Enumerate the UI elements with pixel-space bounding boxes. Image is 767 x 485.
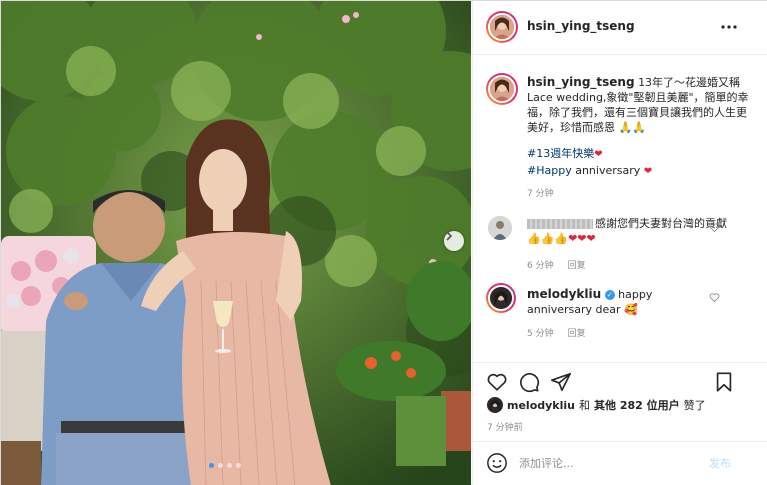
likes-and: 和	[578, 399, 590, 412]
more-options-button[interactable]	[719, 17, 739, 37]
share-icon[interactable]	[550, 371, 572, 393]
action-bar	[473, 362, 767, 396]
emoji-icon[interactable]	[486, 452, 508, 474]
liker-avatar[interactable]	[487, 397, 503, 413]
comment-text: 感謝您們夫妻對台灣的貢獻	[595, 217, 727, 230]
author-avatar[interactable]	[486, 11, 518, 43]
reply-button[interactable]: 回复	[568, 326, 586, 339]
carousel-indicator	[209, 463, 241, 468]
caption-timestamp[interactable]: 7 分钟	[527, 186, 554, 199]
likes-suffix: 赞了	[683, 399, 706, 412]
comment-timestamp[interactable]: 5 分钟	[527, 326, 554, 339]
likes-others-link[interactable]: 其他 282 位用户	[594, 397, 680, 413]
heart-emoji: ❤	[643, 166, 653, 177]
commenter-avatar[interactable]	[488, 216, 512, 240]
liker-username[interactable]: melodykliu	[507, 399, 575, 412]
comment-icon[interactable]	[518, 371, 540, 393]
chevron-right-icon	[446, 231, 453, 241]
more-horizontal-icon	[721, 25, 737, 29]
comment-meta: 5 分钟 回复	[527, 326, 586, 339]
carousel-dot	[209, 463, 214, 468]
instagram-post: hsin_ying_tseng hsin_ying_tseng 13年了～花邊婚…	[0, 0, 767, 485]
heart-icon[interactable]	[486, 371, 508, 393]
verified-icon: ✓	[604, 290, 615, 300]
comment-meta: 6 分钟 回复	[527, 258, 586, 271]
add-comment-bar: 发布	[473, 441, 767, 485]
comment-emoji: 🥰	[624, 303, 638, 316]
post-header: hsin_ying_tseng	[473, 1, 767, 55]
photo-illustration	[1, 1, 471, 485]
carousel-next-button[interactable]	[444, 231, 464, 251]
hashtag-link[interactable]: #13週年快樂	[527, 147, 594, 160]
heart-icon[interactable]	[709, 222, 720, 233]
blurred-username	[527, 219, 593, 229]
comment-username[interactable]: melodykliu	[527, 287, 601, 301]
bookmark-icon[interactable]	[713, 371, 735, 393]
caption-username[interactable]: hsin_ying_tseng	[527, 75, 635, 89]
hashtag-link[interactable]: #Happy	[527, 164, 572, 177]
comment-body: 感謝您們夫妻對台灣的貢獻 👍👍👍❤❤❤	[527, 216, 737, 246]
caption-hashtags: #13週年快樂❤ #Happy anniversary ❤	[527, 146, 652, 180]
post-side-panel: hsin_ying_tseng hsin_ying_tseng 13年了～花邊婚…	[472, 1, 767, 485]
post-comment-button[interactable]: 发布	[709, 455, 731, 471]
carousel-dot	[227, 463, 232, 468]
comment-timestamp[interactable]: 6 分钟	[527, 258, 554, 271]
comment-input[interactable]	[519, 453, 699, 473]
commenter-avatar[interactable]	[486, 283, 516, 313]
reply-button[interactable]: 回复	[568, 258, 586, 271]
hashtag-trailing-text: anniversary	[571, 164, 641, 177]
caption-emoji: 🙏🙏	[618, 121, 646, 134]
post-photo[interactable]	[1, 1, 471, 485]
likes-summary: melodykliu 和 其他 282 位用户 赞了	[487, 396, 757, 414]
comment-emoji: 👍👍👍❤❤❤	[527, 232, 596, 245]
heart-icon[interactable]	[709, 292, 720, 303]
comment-body: melodykliu ✓ happy anniversary dear 🥰	[527, 287, 717, 317]
carousel-dot	[218, 463, 223, 468]
caption-author-avatar[interactable]	[486, 73, 518, 105]
author-username[interactable]: hsin_ying_tseng	[527, 19, 635, 33]
carousel-dot	[236, 463, 241, 468]
post-timestamp[interactable]: 7 分钟前	[487, 420, 523, 433]
post-caption: hsin_ying_tseng 13年了～花邊婚又稱Lace wedding,象…	[527, 75, 753, 135]
heart-emoji: ❤	[594, 149, 603, 160]
comments-section: hsin_ying_tseng 13年了～花邊婚又稱Lace wedding,象…	[473, 56, 767, 362]
